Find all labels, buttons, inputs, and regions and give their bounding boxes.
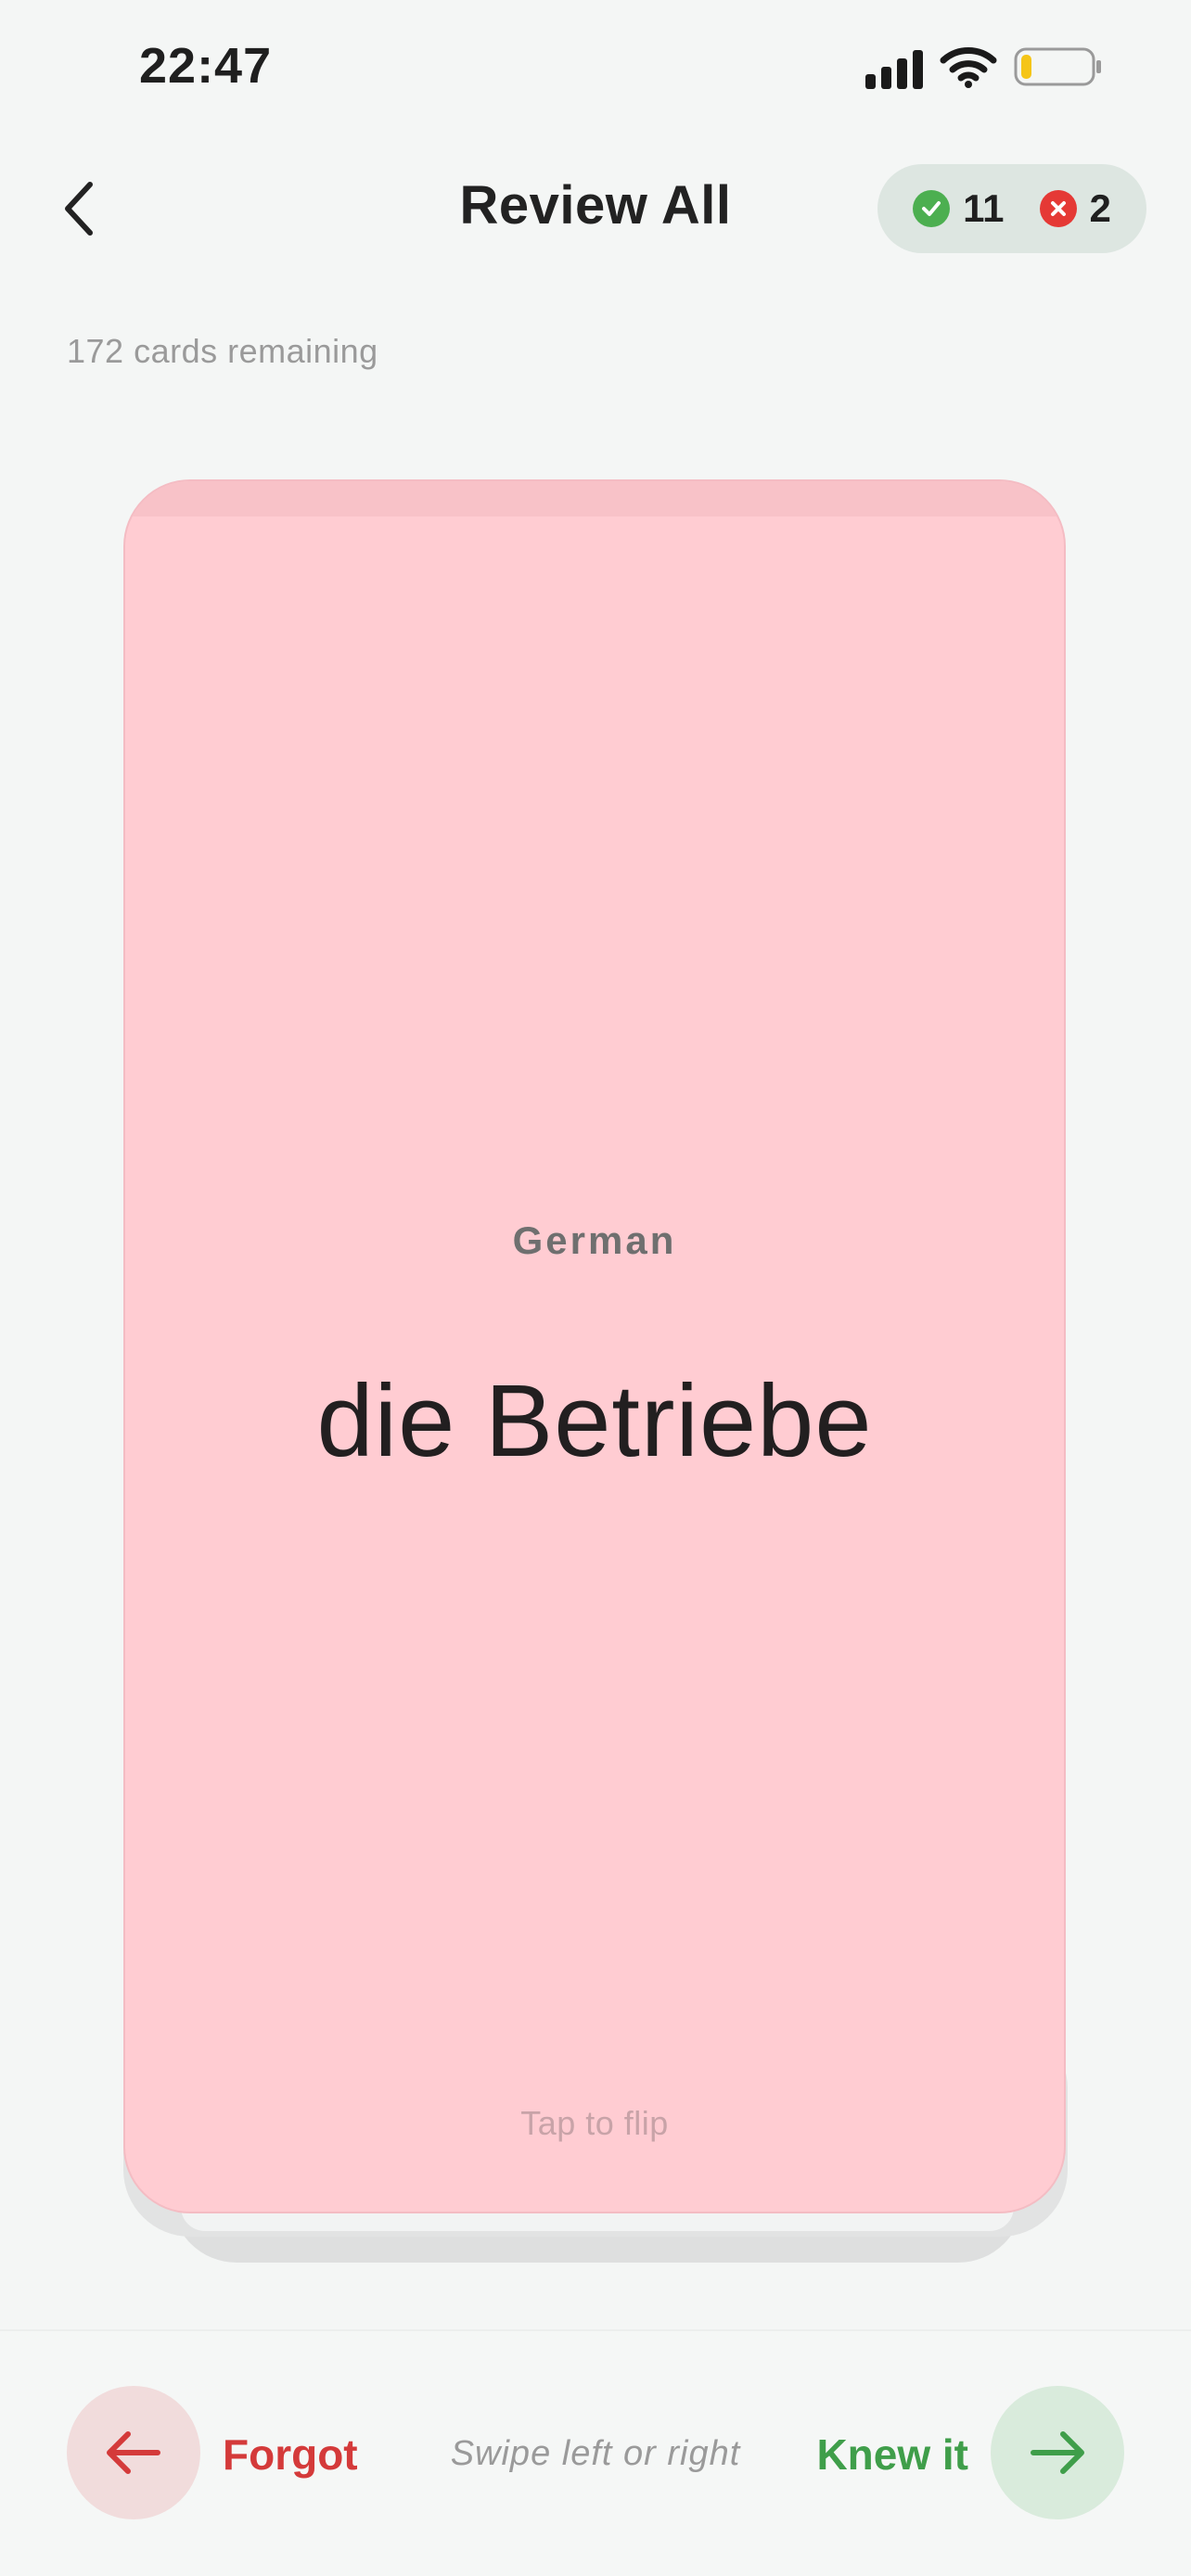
cards-remaining: 172 cards remaining [67,332,378,370]
battery-icon [1014,47,1101,86]
flashcard[interactable]: German die Betriebe Tap to flip [123,479,1066,2213]
close-icon [1039,190,1077,227]
card-top-band [125,481,1064,516]
check-icon [913,190,951,227]
wrong-count: 2 [1089,186,1111,230]
wrong-score: 2 [1039,186,1111,231]
tap-to-flip-hint: Tap to flip [520,2104,669,2142]
cellular-signal-icon [865,45,923,89]
knew-it-label[interactable]: Knew it [816,2429,968,2480]
arrow-right-icon [1031,2431,1084,2474]
status-time: 22:47 [139,38,273,94]
knew-it-button[interactable] [991,2386,1124,2519]
correct-count: 11 [963,186,1005,230]
battery-level [1021,55,1031,79]
correct-score: 11 [913,186,1005,231]
score-pill: 11 2 [877,164,1146,253]
card-language: German [512,1218,677,1262]
card-word: die Betriebe [316,1364,873,1478]
status-icons [865,45,1103,89]
wifi-icon [940,47,997,88]
